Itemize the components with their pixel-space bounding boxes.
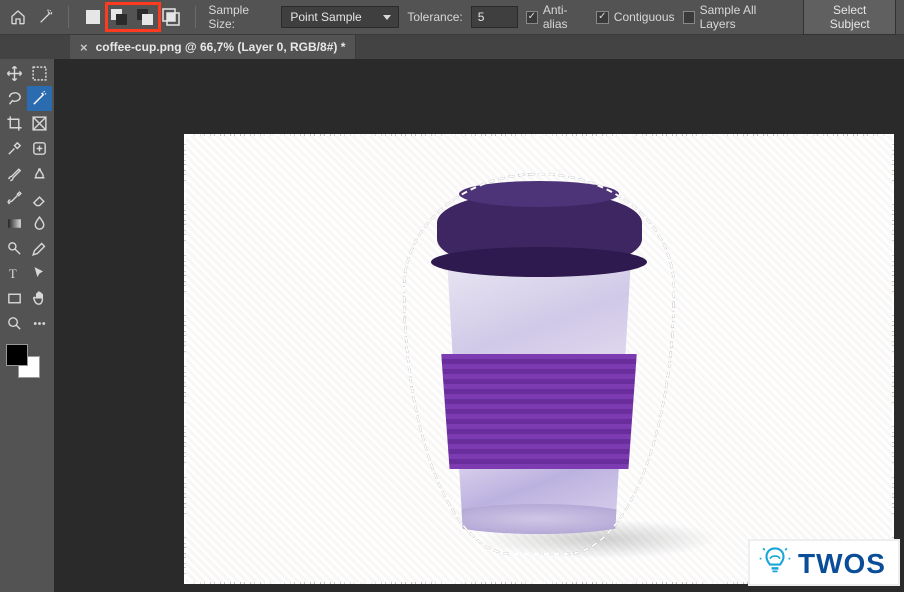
- eyedropper-tool-icon[interactable]: [2, 136, 27, 161]
- pen-tool-icon[interactable]: [27, 236, 52, 261]
- document-tab-bar: × coffee-cup.png @ 66,7% (Layer 0, RGB/8…: [0, 35, 904, 59]
- selection-mode-group: [81, 5, 183, 29]
- rectangle-tool-icon[interactable]: [2, 286, 27, 311]
- sample-size-dropdown[interactable]: Point Sample: [281, 6, 399, 28]
- contiguous-label: Contiguous: [614, 10, 675, 24]
- separator: [68, 6, 69, 28]
- lasso-tool-icon[interactable]: [2, 86, 27, 111]
- home-icon[interactable]: [8, 6, 28, 28]
- document-canvas[interactable]: [184, 134, 894, 584]
- zoom-tool-icon[interactable]: [2, 311, 27, 336]
- selection-add-icon[interactable]: [107, 5, 131, 29]
- magic-wand-tool-icon[interactable]: [36, 6, 56, 28]
- marquee-tool-icon[interactable]: [27, 61, 52, 86]
- tolerance-label: Tolerance:: [407, 10, 462, 24]
- selection-subtract-icon[interactable]: [133, 5, 157, 29]
- dodge-tool-icon[interactable]: [2, 236, 27, 261]
- move-tool-icon[interactable]: [2, 61, 27, 86]
- lightbulb-icon: [758, 545, 792, 582]
- tolerance-value: 5: [478, 10, 485, 24]
- healing-brush-tool-icon[interactable]: [27, 136, 52, 161]
- path-selection-tool-icon[interactable]: [27, 261, 52, 286]
- canvas-area[interactable]: [54, 59, 904, 592]
- anti-alias-checkbox[interactable]: Anti-alias: [526, 3, 588, 31]
- checkbox-icon: [596, 11, 609, 24]
- options-bar: Sample Size: Point Sample Tolerance: 5 A…: [0, 0, 904, 35]
- document-tab-title: coffee-cup.png @ 66,7% (Layer 0, RGB/8#)…: [96, 40, 346, 54]
- selection-intersect-icon[interactable]: [159, 5, 183, 29]
- toolbox: T: [0, 59, 54, 382]
- svg-text:T: T: [9, 267, 17, 281]
- edit-toolbar-icon[interactable]: [27, 311, 52, 336]
- watermark-badge: TWOS: [748, 539, 900, 586]
- foreground-color-swatch[interactable]: [6, 344, 28, 366]
- checkbox-icon: [683, 11, 695, 24]
- document-tab[interactable]: × coffee-cup.png @ 66,7% (Layer 0, RGB/8…: [70, 35, 356, 59]
- magic-wand-tool-icon[interactable]: [27, 86, 52, 111]
- anti-alias-label: Anti-alias: [543, 3, 588, 31]
- clone-stamp-tool-icon[interactable]: [27, 161, 52, 186]
- select-subject-button[interactable]: Select Subject: [803, 0, 896, 35]
- watermark-text: TWOS: [798, 548, 886, 580]
- coffee-cup-image: [409, 179, 669, 549]
- close-tab-icon[interactable]: ×: [80, 40, 88, 55]
- history-brush-tool-icon[interactable]: [2, 186, 27, 211]
- sample-size-value: Point Sample: [290, 10, 361, 24]
- selection-marquee-cup: [403, 173, 675, 555]
- brush-tool-icon[interactable]: [2, 161, 27, 186]
- sample-all-layers-checkbox[interactable]: Sample All Layers: [683, 3, 788, 31]
- eraser-tool-icon[interactable]: [27, 186, 52, 211]
- separator: [195, 6, 196, 28]
- tolerance-input[interactable]: 5: [471, 6, 518, 28]
- sample-all-layers-label: Sample All Layers: [700, 3, 788, 31]
- blur-tool-icon[interactable]: [27, 211, 52, 236]
- gradient-tool-icon[interactable]: [2, 211, 27, 236]
- color-swatches[interactable]: [2, 340, 52, 380]
- selection-new-icon[interactable]: [81, 5, 105, 29]
- frame-tool-icon[interactable]: [27, 111, 52, 136]
- contiguous-checkbox[interactable]: Contiguous: [596, 10, 675, 24]
- hand-tool-icon[interactable]: [27, 286, 52, 311]
- checkbox-icon: [526, 11, 538, 24]
- type-tool-icon[interactable]: T: [2, 261, 27, 286]
- crop-tool-icon[interactable]: [2, 111, 27, 136]
- sample-size-label: Sample Size:: [208, 3, 273, 31]
